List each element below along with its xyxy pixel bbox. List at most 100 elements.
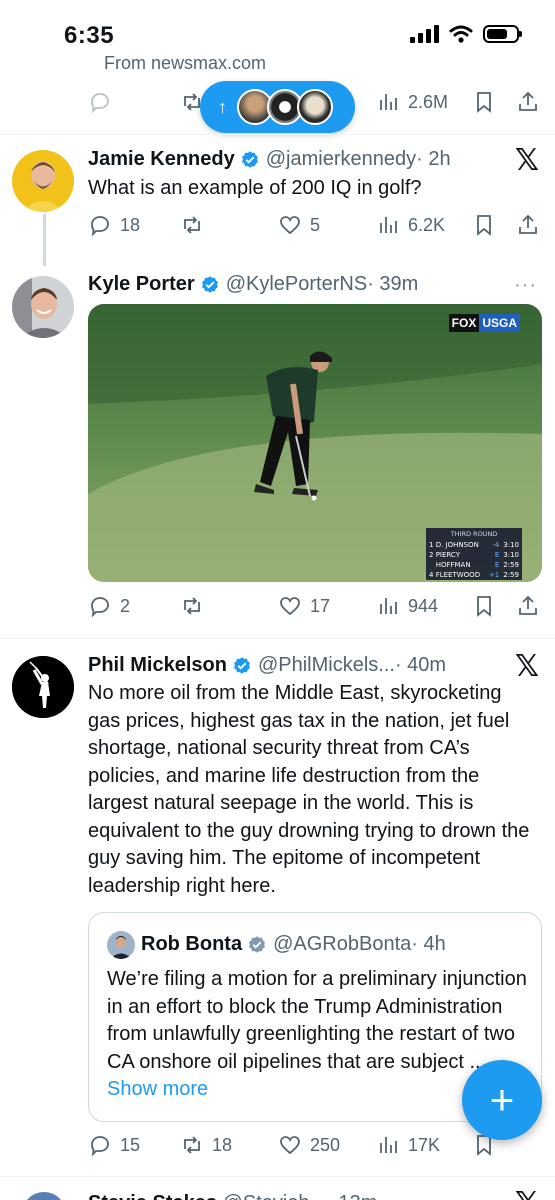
quote-text: We’re filing a motion for a preliminary …	[107, 966, 527, 1104]
views-count: 944	[408, 595, 439, 616]
tweet-time: · 2h	[416, 148, 451, 170]
golf-video[interactable]: FOX USGA THIRD ROUND 1 D. JOHNSON -4 3:10…	[88, 304, 542, 582]
share-button[interactable]	[516, 594, 540, 618]
like-count: 5	[310, 214, 321, 235]
views-button[interactable]: 6.2K	[376, 213, 445, 237]
prev-views-count: 2.6M	[408, 91, 449, 112]
network-logo: FOX	[448, 314, 480, 332]
views-icon	[380, 598, 397, 614]
x-logo-icon: 𝕏	[514, 649, 539, 684]
views-count: 17K	[408, 1134, 441, 1155]
quote-time: · 4h	[411, 933, 446, 955]
prev-tweet-source: From newsmax.com	[104, 56, 267, 72]
org-logo: USGA	[479, 314, 520, 332]
compose-button[interactable]: +	[462, 1060, 542, 1140]
verified-badge-icon	[233, 656, 250, 674]
more-options-icon[interactable]: ···	[514, 274, 537, 297]
prev-reply-button[interactable]	[88, 90, 112, 114]
like-button[interactable]: 5	[278, 213, 320, 237]
up-arrow-icon: ↑	[218, 96, 227, 117]
quote-author-name: Rob Bonta	[141, 933, 243, 955]
reply-count: 15	[120, 1134, 141, 1155]
views-button[interactable]: 17K	[376, 1133, 440, 1157]
next-author-handle: @Stevieb...	[223, 1192, 327, 1200]
divider	[0, 1176, 555, 1177]
bookmark-button[interactable]	[472, 213, 496, 237]
reply-button[interactable]: 2	[88, 594, 130, 618]
reply-count: 2	[120, 595, 131, 616]
next-avatar	[22, 1192, 66, 1200]
quote-header: Rob Bonta @AGRobBonta · 4h	[141, 933, 446, 956]
pill-avatar-3	[297, 89, 333, 125]
bookmark-button[interactable]	[472, 594, 496, 618]
leaderboard-row: 1 D. JOHNSON -4 3:10	[426, 540, 522, 550]
leaderboard-row: HOFFMAN E 2:59	[426, 560, 522, 570]
leaderboard-row: 2 PIERCY E 3:10	[426, 550, 522, 560]
author-handle[interactable]: @PhilMickels...	[258, 654, 395, 677]
thread-line	[43, 214, 46, 266]
next-tweet-header: Stevie Stakes @Stevieb... · 13m	[88, 1192, 377, 1200]
prev-views[interactable]: 2.6M	[376, 90, 448, 114]
verified-badge-icon	[241, 150, 258, 168]
divider	[0, 638, 555, 639]
prev-bookmark-button[interactable]	[472, 90, 496, 114]
author-name[interactable]: Jamie Kennedy	[88, 148, 235, 171]
avatar-kyle-porter[interactable]	[12, 276, 74, 338]
bookmark-icon	[477, 596, 491, 617]
share-icon	[519, 595, 537, 615]
views-button[interactable]: 944	[376, 594, 438, 618]
reply-button[interactable]: 15	[88, 1133, 140, 1157]
lb-thru: 2:59	[503, 561, 519, 569]
views-icon	[380, 1137, 397, 1153]
battery-icon	[483, 25, 522, 43]
like-button[interactable]: 250	[278, 1133, 340, 1157]
quote-author-handle: @AGRobBonta	[273, 933, 412, 955]
tweet-text: No more oil from the Middle East, skyroc…	[88, 682, 530, 897]
like-button[interactable]: 17	[278, 594, 330, 618]
lb-player: HOFFMAN	[435, 561, 471, 569]
avatar-jamie-kennedy[interactable]	[12, 150, 74, 212]
share-button[interactable]	[516, 213, 540, 237]
lb-pos: 4	[429, 571, 434, 579]
x-logo-icon: 𝕏	[515, 1186, 539, 1200]
avatar-phil-mickelson[interactable]	[12, 656, 74, 718]
repost-button[interactable]: 18	[180, 1133, 232, 1157]
repost-icon	[184, 216, 200, 234]
show-more-link[interactable]: Show more	[107, 1078, 208, 1100]
new-posts-pill[interactable]: ↑	[200, 81, 355, 133]
reply-button[interactable]: 18	[88, 213, 140, 237]
author-name[interactable]: Kyle Porter	[88, 273, 195, 296]
like-count: 250	[310, 1134, 341, 1155]
author-handle[interactable]: @KylePorterNS	[226, 273, 367, 296]
next-author-name: Stevie Stakes	[88, 1192, 217, 1200]
reply-icon	[91, 1136, 109, 1157]
prev-share-button[interactable]	[516, 90, 540, 114]
heart-icon	[280, 1136, 300, 1155]
divider	[0, 134, 555, 135]
status-bar: 6:35	[0, 0, 555, 68]
next-tweet-preview: Stevie Stakes @Stevieb... · 13m 𝕏	[0, 1182, 555, 1200]
tweet-text: What is an example of 200 IQ in golf?	[88, 177, 422, 199]
repost-button[interactable]	[180, 594, 212, 618]
author-name[interactable]: Phil Mickelson	[88, 654, 227, 677]
heart-icon	[280, 597, 300, 616]
repost-button[interactable]	[180, 213, 212, 237]
cellular-signal-icon	[410, 25, 439, 43]
status-time: 6:35	[64, 22, 115, 49]
lb-thru: 3:10	[503, 541, 519, 549]
lb-score: E	[494, 551, 500, 559]
tweet-time: · 39m	[367, 273, 419, 295]
like-count: 17	[310, 595, 331, 616]
repost-icon	[184, 597, 200, 615]
heart-icon	[280, 216, 300, 235]
tweet-header: Kyle Porter @KylePorterNS · 39m	[88, 273, 418, 296]
share-icon	[519, 91, 537, 111]
next-tweet-time: · 13m	[326, 1192, 377, 1200]
views-icon	[380, 217, 397, 233]
lb-player: FLEETWOOD	[435, 571, 481, 579]
author-handle[interactable]: @jamierkennedy	[266, 148, 416, 171]
lb-score: -4	[492, 541, 500, 549]
tweet-time: · 40m	[394, 654, 447, 676]
lb-thru: 2:59	[503, 571, 519, 579]
status-icons	[410, 25, 522, 43]
